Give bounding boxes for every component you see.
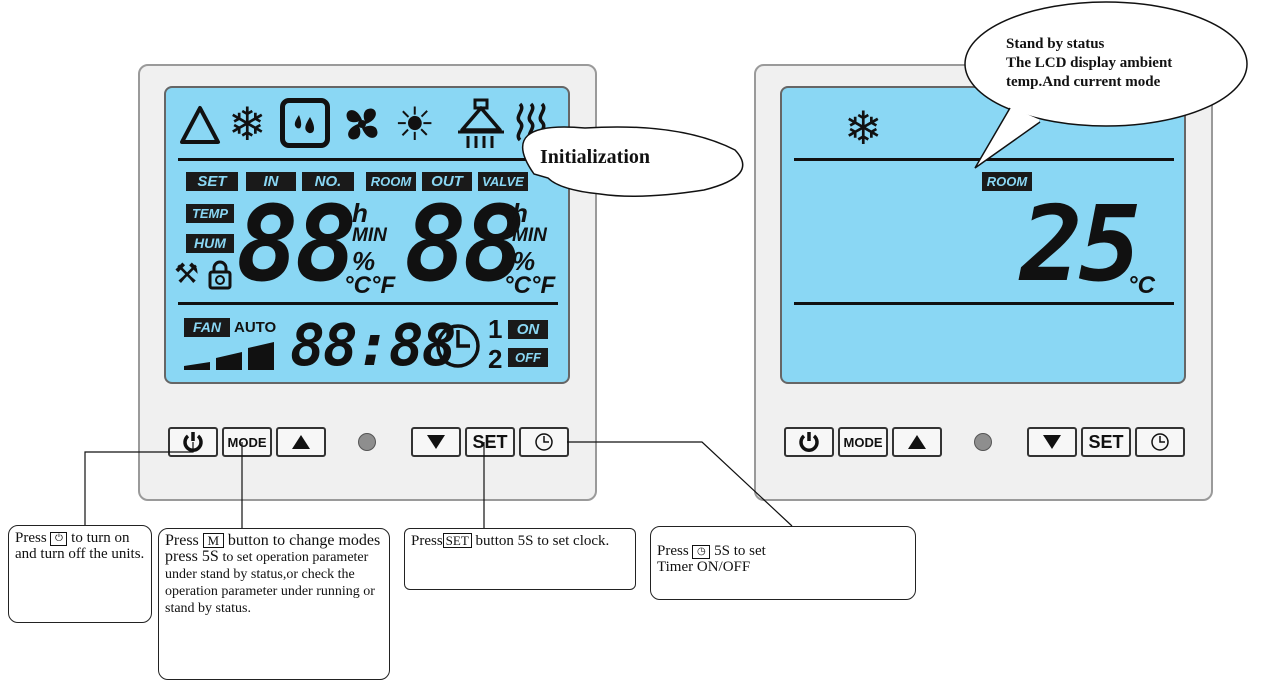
power-key-icon: ⏻	[50, 531, 68, 546]
set-key-box: SET	[442, 533, 472, 548]
set-note-prefix: Press	[411, 533, 443, 549]
set-note-text: button 5S to set clock.	[475, 533, 610, 549]
mode-note-prefix: Press	[165, 532, 199, 549]
initialization-label: Initialization	[540, 146, 651, 168]
mode-note: Press M button to change modes press 5S …	[158, 528, 390, 680]
set-note: Press SET button 5S to set clock.	[404, 528, 636, 590]
timer-key-icon: ◷	[692, 544, 711, 559]
standby-line-3: temp.And current mode	[1006, 74, 1161, 90]
timer-note-text: 5S to set	[714, 543, 766, 559]
timer-note: Press ◷ 5S to set Timer ON/OFF	[650, 526, 916, 600]
mode-key-box: M	[202, 533, 225, 548]
timer-note-line2: Timer ON/OFF	[657, 559, 751, 575]
power-note: Press ⏻ to turn on and turn off the unit…	[8, 525, 152, 623]
standby-line-2: The LCD display ambient	[1006, 55, 1173, 71]
timer-note-prefix: Press	[657, 543, 689, 559]
power-note-prefix: Press	[15, 530, 47, 546]
standby-line-1: Stand by status	[1006, 36, 1105, 52]
